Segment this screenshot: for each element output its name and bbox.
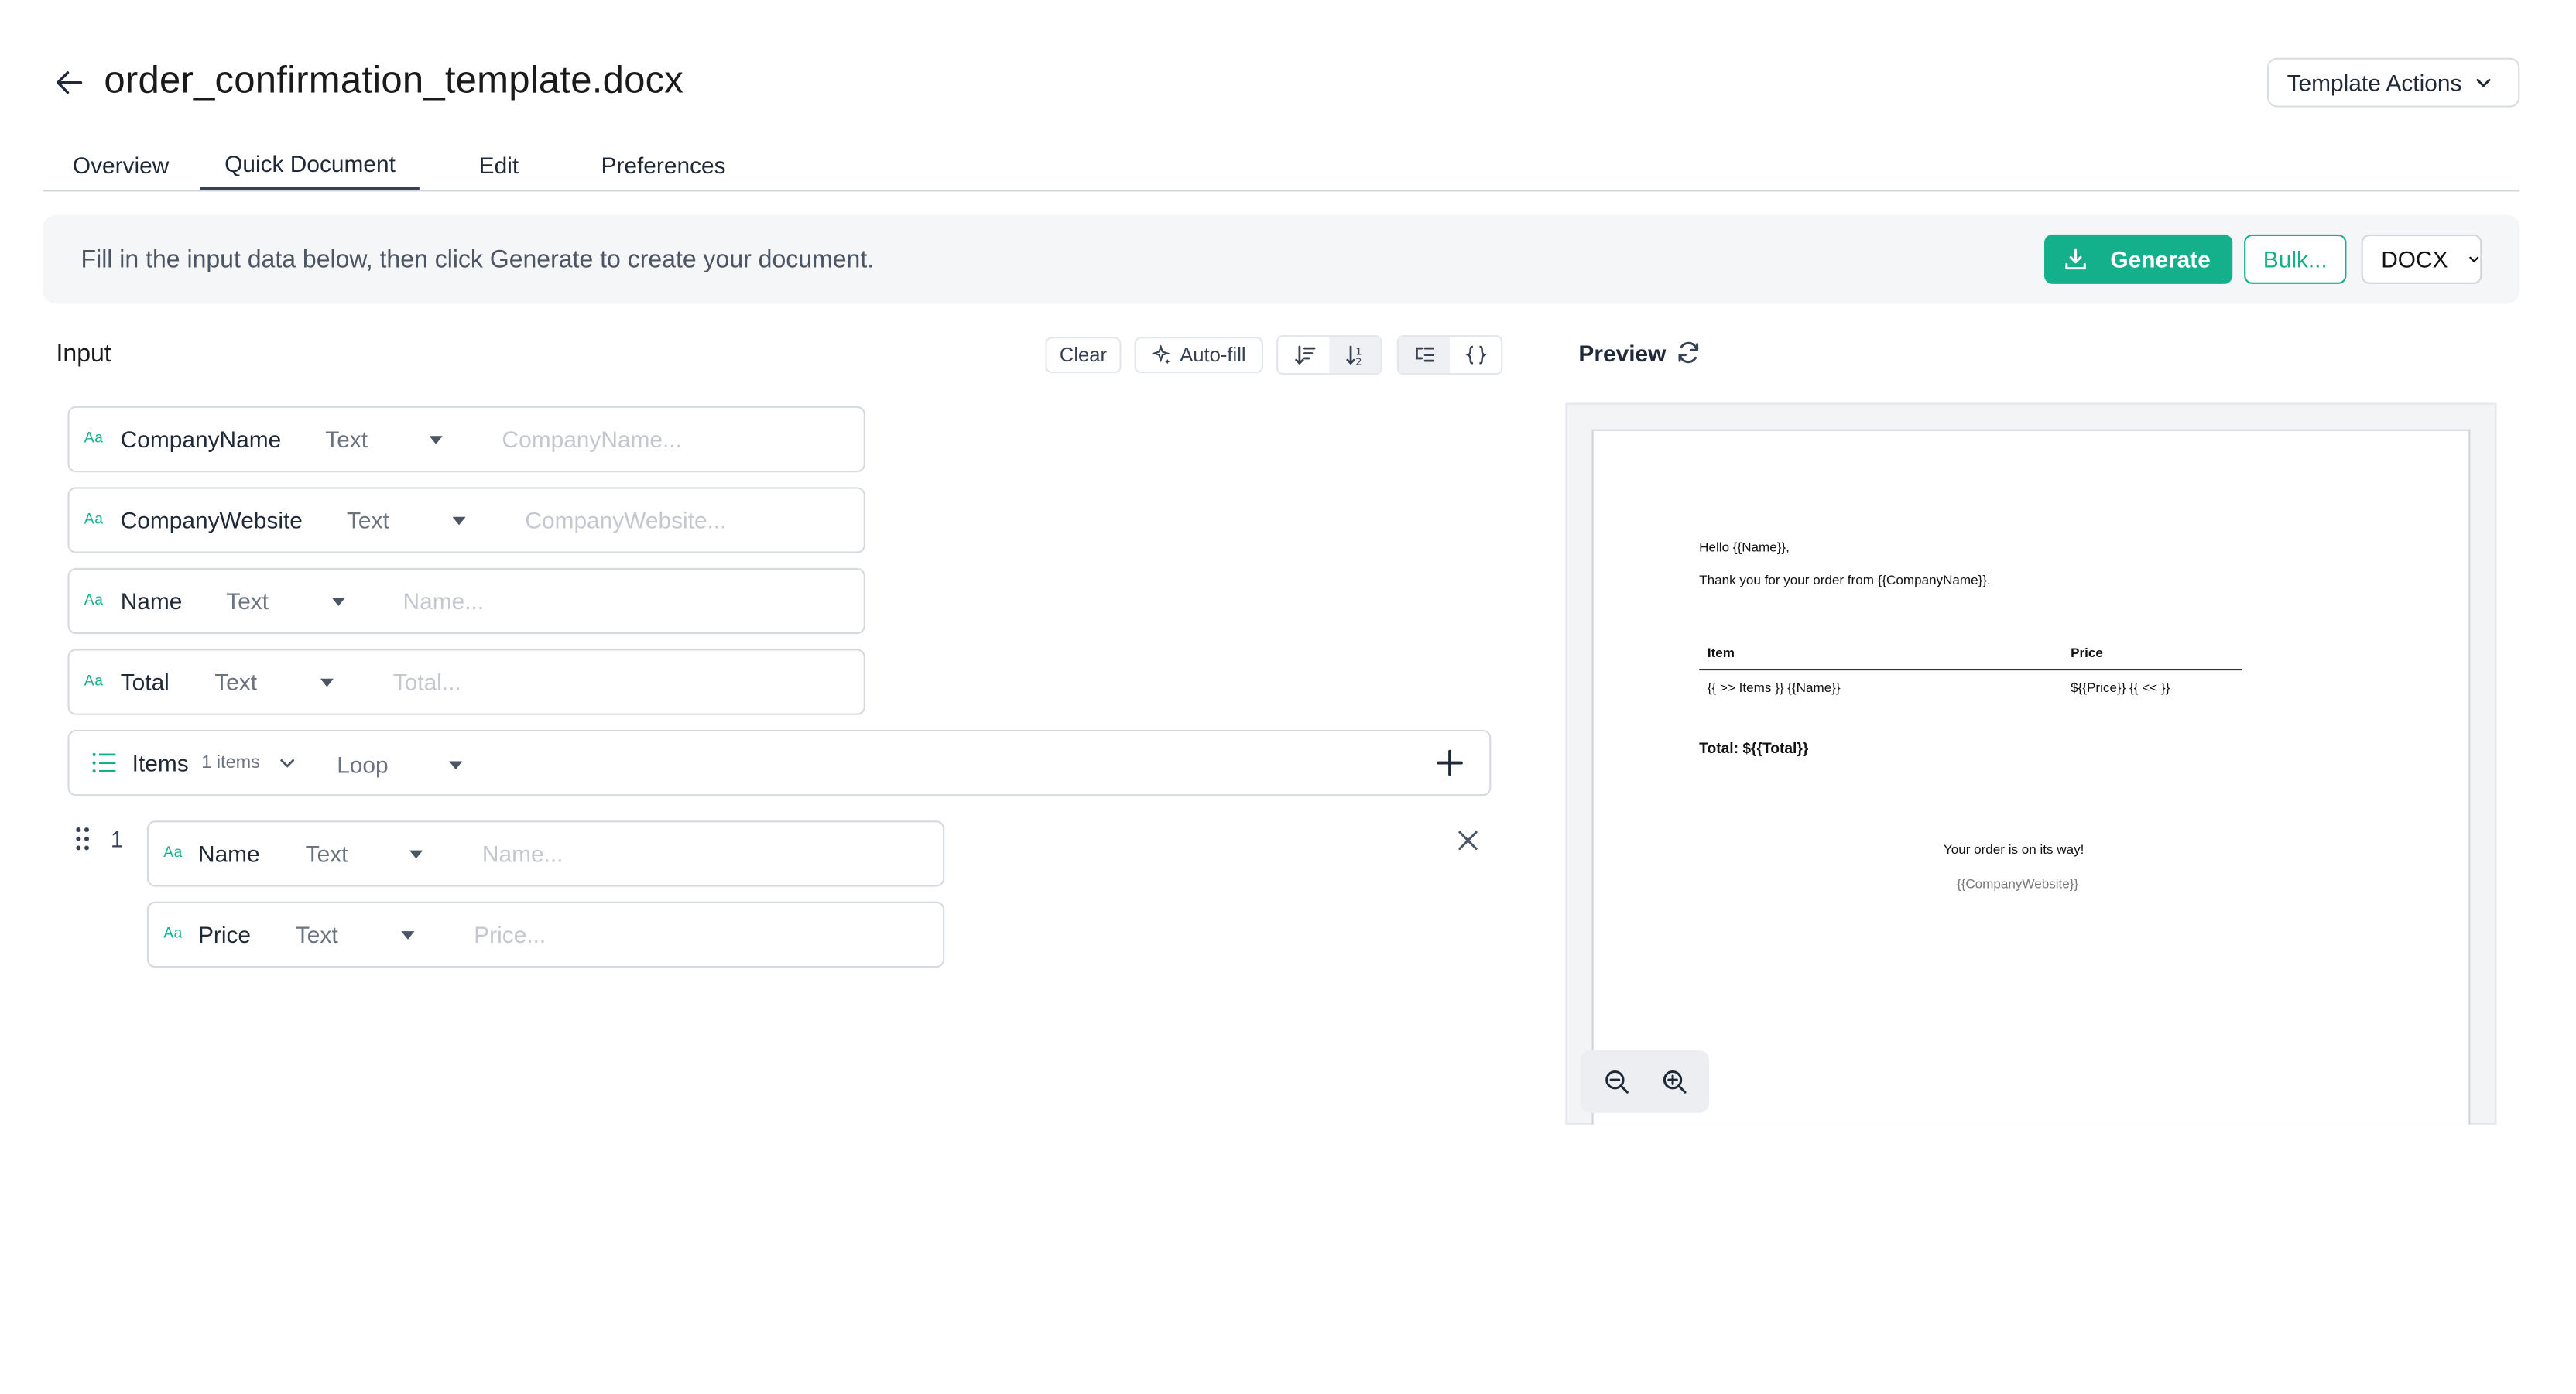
svg-text:2: 2 <box>1355 356 1361 366</box>
field-type-select[interactable]: Text <box>296 921 338 947</box>
download-icon <box>2065 248 2086 270</box>
loop-count-badge: 1 items <box>201 752 260 773</box>
caret-down-icon[interactable] <box>320 678 334 687</box>
braces-icon <box>1464 345 1486 365</box>
doc-footer: Your order is on its way! <box>1943 841 2084 858</box>
chevron-down-icon <box>2470 256 2480 263</box>
field-name-label: Price <box>197 921 252 948</box>
tab-quick-document[interactable]: Quick Document <box>200 150 420 190</box>
caret-down-icon[interactable] <box>452 516 466 526</box>
name-input[interactable]: Name... <box>403 587 485 614</box>
sort-toggle-group: 12 <box>1276 335 1382 375</box>
bulk-button[interactable]: Bulk... <box>2244 234 2347 284</box>
field-type-select[interactable]: Text <box>325 426 368 452</box>
preview-title: Preview <box>1578 340 1667 367</box>
tree-view-button[interactable] <box>1398 337 1451 374</box>
template-actions-button[interactable]: Template Actions <box>2267 57 2520 108</box>
field-name-label: CompanyWebsite <box>120 506 303 534</box>
text-type-icon: Aa <box>84 429 104 446</box>
back-arrow-icon[interactable] <box>53 66 86 99</box>
loop-field-name: Aa Name Text Name... <box>146 820 945 887</box>
field-name-label: Name <box>197 840 260 867</box>
doc-col-item: Item <box>1707 646 1735 661</box>
companyname-input[interactable]: CompanyName... <box>502 426 682 452</box>
sort-alpha-button[interactable]: 12 <box>1329 337 1381 374</box>
doc-thanks: Thank you for your order from {{CompanyN… <box>1699 573 1991 588</box>
text-type-icon: Aa <box>84 510 104 527</box>
doc-total: Total: ${{Total}} <box>1699 739 1809 757</box>
text-type-icon: Aa <box>84 672 104 689</box>
companywebsite-input[interactable]: CompanyWebsite... <box>525 507 726 533</box>
plus-icon[interactable] <box>1435 748 1464 777</box>
field-total: Aa Total Text Total... <box>67 649 865 715</box>
loop-type-select[interactable]: Loop <box>337 752 388 778</box>
field-type-select[interactable]: Text <box>214 669 257 695</box>
tab-bar: Overview Quick Document Edit Preferences <box>43 142 2520 192</box>
chevron-down-icon <box>2476 78 2491 88</box>
doc-col-price: Price <box>2071 646 2103 661</box>
tab-overview[interactable]: Overview <box>73 152 169 178</box>
format-select[interactable]: DOCX <box>2361 234 2482 284</box>
field-name-label: Name <box>120 587 183 615</box>
field-companyname: Aa CompanyName Text CompanyName... <box>67 406 865 473</box>
field-name-label: CompanyName <box>120 426 282 453</box>
sparkle-icon <box>1152 344 1171 365</box>
view-toggle-group <box>1396 335 1503 375</box>
doc-row-item: {{ >> Items }} {{Name}} <box>1707 680 1841 696</box>
zoom-in-icon[interactable] <box>1660 1068 1687 1094</box>
sort-custom-button[interactable] <box>1278 337 1329 373</box>
loop-items: Items 1 items Loop <box>67 729 1492 796</box>
field-name-label: Total <box>120 668 170 696</box>
item-name-input[interactable]: Name... <box>482 841 564 867</box>
text-type-icon: Aa <box>163 924 183 941</box>
sort-number-icon: 12 <box>1345 345 1362 367</box>
zoom-controls <box>1580 1050 1709 1113</box>
generate-button[interactable]: Generate <box>2044 234 2233 284</box>
field-type-select[interactable]: Text <box>347 507 389 533</box>
json-view-button[interactable] <box>1450 337 1501 373</box>
input-title: Input <box>56 340 111 368</box>
doc-row-price: ${{Price}} {{ << }} <box>2071 680 2170 696</box>
loop-field-price: Aa Price Text Price... <box>146 901 945 968</box>
text-type-icon: Aa <box>163 844 183 861</box>
autofill-button[interactable]: Auto-fill <box>1134 337 1263 374</box>
page-title: order_confirmation_template.docx <box>104 57 684 101</box>
chevron-down-icon[interactable] <box>279 755 296 771</box>
caret-down-icon[interactable] <box>429 436 443 444</box>
refresh-icon[interactable] <box>1676 340 1701 365</box>
preview-page <box>1591 429 2471 1125</box>
generate-label: Generate <box>2110 245 2211 272</box>
remove-row-icon[interactable] <box>1457 829 1480 852</box>
item-price-input[interactable]: Price... <box>474 921 546 947</box>
field-type-select[interactable]: Text <box>226 587 269 614</box>
doc-website: {{CompanyWebsite}} <box>1956 876 2079 892</box>
format-value: DOCX <box>2381 245 2448 272</box>
field-name: Aa Name Text Name... <box>67 567 865 635</box>
clear-button[interactable]: Clear <box>1045 337 1122 374</box>
doc-table-divider <box>1699 668 2243 671</box>
list-icon <box>92 752 116 773</box>
loop-row-index: 1 <box>110 825 124 852</box>
drag-handle-icon[interactable] <box>74 826 91 852</box>
caret-down-icon[interactable] <box>331 598 345 606</box>
tab-edit[interactable]: Edit <box>479 152 519 178</box>
caret-down-icon[interactable] <box>401 931 415 940</box>
caret-down-icon[interactable] <box>449 761 463 770</box>
autofill-label: Auto-fill <box>1180 343 1246 367</box>
loop-name-label: Items <box>132 749 189 776</box>
doc-greeting: Hello {{Name}}, <box>1699 539 1790 555</box>
template-actions-label: Template Actions <box>2287 69 2462 96</box>
zoom-out-icon[interactable] <box>1602 1068 1629 1094</box>
field-type-select[interactable]: Text <box>306 841 348 867</box>
sort-lines-icon <box>1294 345 1315 365</box>
caret-down-icon[interactable] <box>409 850 423 859</box>
app-root: order_confirmation_template.docx Templat… <box>0 0 2576 1394</box>
info-message: Fill in the input data below, then click… <box>80 245 875 275</box>
tree-list-icon <box>1414 347 1434 362</box>
total-input[interactable]: Total... <box>393 669 461 695</box>
tab-preferences[interactable]: Preferences <box>601 152 726 178</box>
field-companywebsite: Aa CompanyWebsite Text CompanyWebsite... <box>67 487 865 553</box>
text-type-icon: Aa <box>84 591 104 608</box>
